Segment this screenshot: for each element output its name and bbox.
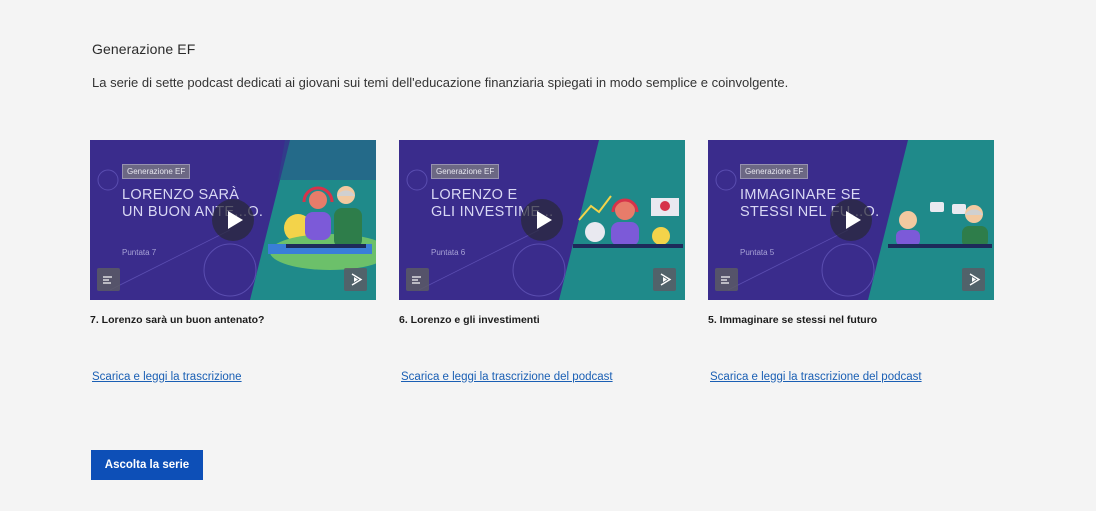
episode-caption: 5. Immaginare se stessi nel futuro	[708, 314, 878, 326]
podcast-thumbnail[interactable]: Generazione EF IMMAGINARE SE STESSI NEL …	[708, 140, 994, 300]
podcast-card: Generazione EF LORENZO E GLI INVESTIME..…	[399, 140, 685, 383]
series-tag: Generazione EF	[122, 164, 191, 179]
podcast-card: Generazione EF LORENZO SARÀ UN BUON ANTE…	[90, 140, 376, 383]
share-play-icon	[351, 273, 363, 286]
section-description: La serie di sette podcast dedicati ai gi…	[92, 75, 789, 90]
play-button[interactable]	[830, 199, 872, 241]
transcript-link[interactable]: Scarica e leggi la trascrizione del podc…	[710, 371, 922, 383]
episode-number: Puntata 5	[740, 248, 775, 257]
play-button[interactable]	[212, 199, 254, 241]
listen-series-button[interactable]: Ascolta la serie	[91, 450, 203, 480]
play-button[interactable]	[521, 199, 563, 241]
text-lines-icon	[103, 276, 112, 284]
transcript-button[interactable]	[97, 268, 120, 291]
transcript-button[interactable]	[715, 268, 738, 291]
podcast-thumbnail[interactable]: Generazione EF LORENZO E GLI INVESTIME..…	[399, 140, 685, 300]
play-icon	[228, 211, 243, 229]
share-play-icon	[660, 273, 672, 286]
series-tag: Generazione EF	[740, 164, 809, 179]
episode-caption: 6. Lorenzo e gli investimenti	[399, 314, 540, 326]
text-lines-icon	[721, 276, 730, 284]
share-button[interactable]	[962, 268, 985, 291]
episode-number: Puntata 6	[431, 248, 466, 257]
thumbnail-title: IMMAGINARE SE STESSI NEL FU...O.	[740, 187, 879, 220]
section-title: Generazione EF	[92, 41, 196, 57]
episode-number: Puntata 7	[122, 248, 157, 257]
thumbnail-title: LORENZO E GLI INVESTIME...	[431, 187, 554, 220]
podcast-card: Generazione EF IMMAGINARE SE STESSI NEL …	[708, 140, 994, 383]
transcript-button[interactable]	[406, 268, 429, 291]
share-play-icon	[969, 273, 981, 286]
share-button[interactable]	[344, 268, 367, 291]
transcript-link[interactable]: Scarica e leggi la trascrizione	[92, 371, 242, 383]
thumbnail-title: LORENZO SARÀ UN BUON ANTE...O.	[122, 187, 263, 220]
transcript-link[interactable]: Scarica e leggi la trascrizione del podc…	[401, 371, 613, 383]
episode-caption: 7. Lorenzo sarà un buon antenato?	[90, 314, 265, 326]
podcast-thumbnail[interactable]: Generazione EF LORENZO SARÀ UN BUON ANTE…	[90, 140, 376, 300]
share-button[interactable]	[653, 268, 676, 291]
play-icon	[537, 211, 552, 229]
play-icon	[846, 211, 861, 229]
series-tag: Generazione EF	[431, 164, 500, 179]
text-lines-icon	[412, 276, 421, 284]
